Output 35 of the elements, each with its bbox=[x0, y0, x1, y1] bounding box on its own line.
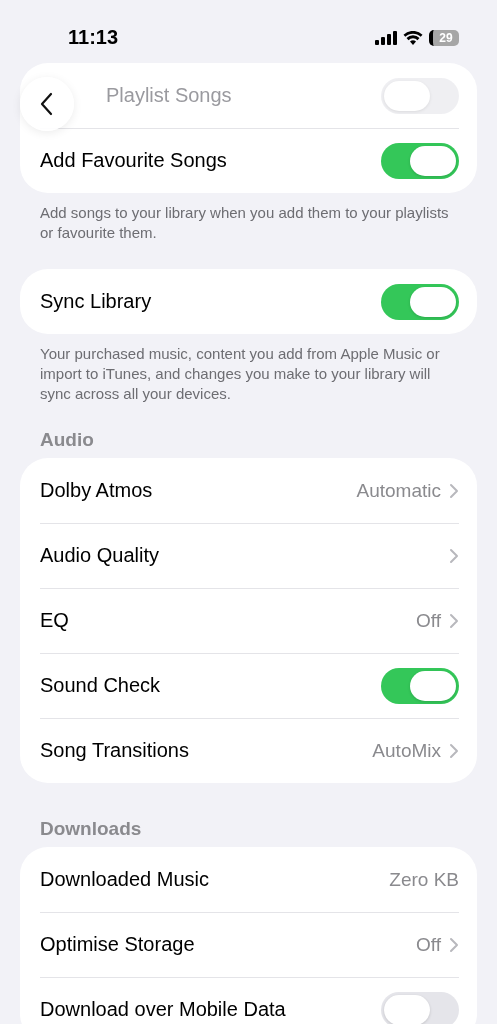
signal-icon bbox=[375, 30, 397, 45]
row-label: Playlist Songs bbox=[106, 84, 233, 107]
chevron-icon bbox=[449, 936, 459, 953]
section-footer: Your purchased music, content you add from Apple Music or import to iTunes, and changes you make to your library will sync across all your devices. bbox=[40, 344, 457, 404]
back-icon bbox=[40, 92, 54, 116]
row-label[interactable]: Audio Quality bbox=[40, 544, 449, 567]
chevron-icon bbox=[449, 547, 459, 564]
status-time: 11:13 bbox=[68, 26, 119, 49]
row-label: Sound Check bbox=[40, 674, 162, 697]
chevron-icon bbox=[449, 612, 459, 629]
row-value: Zero KB bbox=[389, 868, 459, 891]
battery-level: 29 bbox=[429, 29, 459, 46]
row-label[interactable]: Optimise Storage bbox=[40, 933, 416, 956]
row-value: Off bbox=[416, 609, 441, 632]
wifi-icon bbox=[403, 30, 423, 45]
chevron-icon bbox=[449, 742, 459, 759]
row-value: AutoMix bbox=[372, 739, 441, 762]
chevron-icon bbox=[449, 482, 459, 499]
row-label[interactable]: Song Transitions bbox=[40, 739, 373, 762]
row-label: Add Favourite Songs bbox=[40, 149, 228, 172]
section-header: Downloads bbox=[40, 819, 143, 839]
row-label[interactable]: EQ bbox=[40, 609, 416, 632]
toggle-switch[interactable] bbox=[381, 77, 459, 114]
section-footer: Add songs to your library when you add them to your playlists or favourite them. bbox=[40, 203, 457, 243]
row-value: Automatic bbox=[356, 479, 441, 502]
toggle-switch[interactable] bbox=[381, 142, 459, 179]
toggle-switch[interactable] bbox=[381, 991, 459, 1024]
row-value: Off bbox=[416, 933, 441, 956]
row-label: Sync Library bbox=[40, 290, 153, 313]
row-label: Download over Mobile Data bbox=[40, 998, 287, 1021]
section-header: Audio bbox=[40, 430, 95, 450]
row-label[interactable]: Dolby Atmos bbox=[40, 479, 357, 502]
row-label: Downloaded Music bbox=[40, 868, 210, 891]
toggle-switch[interactable] bbox=[381, 667, 459, 704]
toggle-switch[interactable] bbox=[381, 283, 459, 320]
